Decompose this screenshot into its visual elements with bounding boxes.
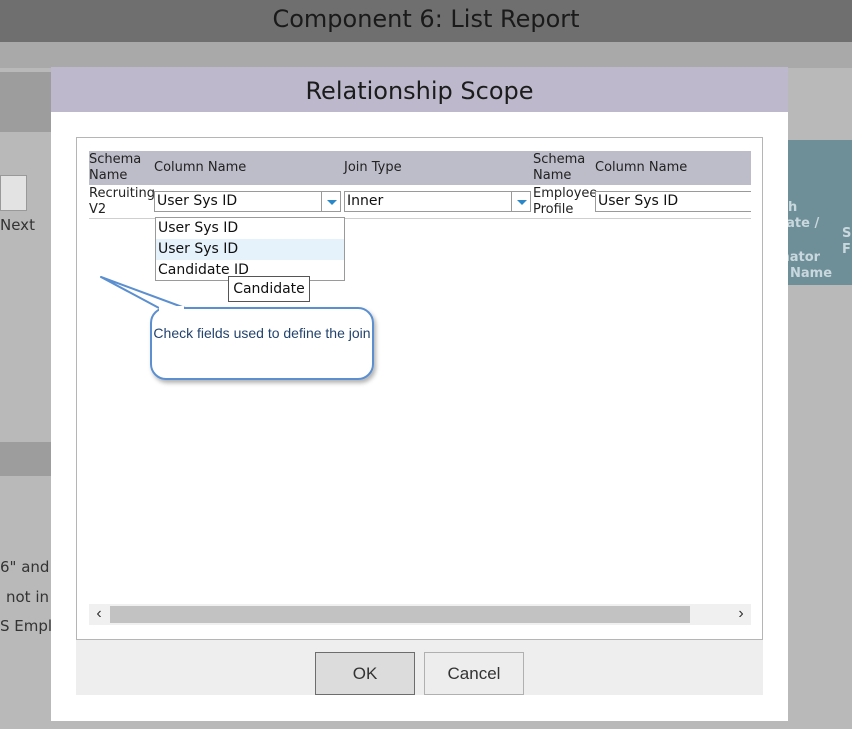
- scroll-right-icon[interactable]: ›: [731, 605, 751, 624]
- cancel-button[interactable]: Cancel: [424, 652, 524, 695]
- app-input-fragment: [0, 175, 27, 211]
- callout-text: Check fields used to define the join: [153, 325, 371, 341]
- relationship-scope-dialog: Relationship Scope Schema Name Column Na…: [51, 67, 788, 721]
- scroll-left-icon[interactable]: ‹: [89, 605, 109, 624]
- dialog-title: Relationship Scope: [51, 67, 788, 112]
- dialog-content: Schema Name Column Name Join Type Schema…: [76, 137, 763, 640]
- app-section-header-2: [0, 442, 52, 476]
- app-text-fragment-3: S Empl: [0, 617, 53, 635]
- app-text-fragment-2: not in: [6, 588, 50, 606]
- callout-bubble: [100, 276, 374, 380]
- tooltip: Candidate: [228, 276, 310, 302]
- dialog-footer: OK Cancel: [76, 640, 763, 695]
- horizontal-scrollbar[interactable]: ‹ ›: [89, 604, 751, 625]
- ok-button[interactable]: OK: [315, 652, 415, 695]
- app-page-title: Component 6: List Report: [272, 5, 580, 33]
- app-next-text: Next: [0, 216, 35, 234]
- app-text-fragment-1: 6" and: [0, 558, 50, 576]
- app-toolbar-strip: [0, 42, 852, 68]
- scrollbar-thumb[interactable]: [110, 606, 690, 623]
- app-section-header: [0, 72, 52, 132]
